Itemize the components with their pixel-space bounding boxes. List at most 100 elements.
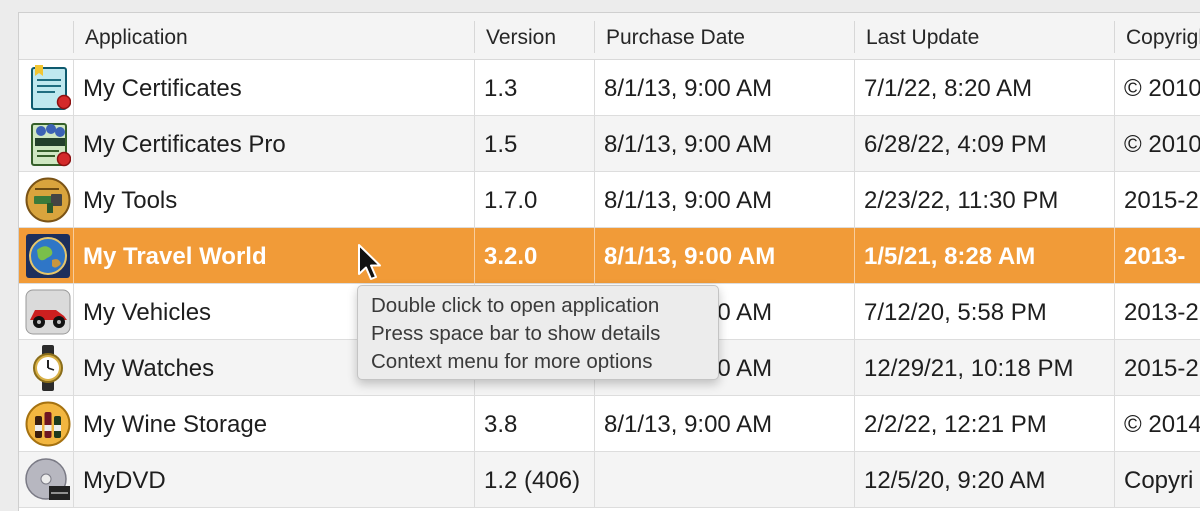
icon-cell [19, 396, 73, 452]
mouse-pointer-icon [358, 244, 381, 280]
cell-divider [474, 396, 475, 452]
header-last-update[interactable]: Last Update [855, 13, 1114, 59]
table-row[interactable]: MyDVD 1.2 (406) 12/5/20, 9:20 AM Copyri [19, 452, 1200, 508]
cell-divider [594, 396, 595, 452]
cell-divider [73, 60, 74, 116]
version-cell: 1.3 [484, 75, 518, 102]
watch-icon [33, 345, 63, 391]
cell-divider [474, 228, 475, 284]
tooltip-line: Press space bar to show details [371, 322, 661, 345]
copyright-cell: © 2010 [1124, 131, 1200, 158]
table-row-selected[interactable]: My Travel World 3.2.0 8/1/13, 9:00 AM 1/5/2… [19, 228, 1200, 284]
dvd-icon [25, 458, 70, 500]
header-purchase-date[interactable]: Purchase Date [595, 13, 854, 59]
cell-divider [474, 60, 475, 116]
cell-divider [1114, 228, 1115, 284]
table-row[interactable]: My Certificates 1.3 8/1/13, 9:00 AM 7/1/22,… [19, 60, 1200, 116]
last-update-cell: 1/5/21, 8:28 AM [864, 243, 1036, 270]
copyright-cell: 2015-2 [1124, 355, 1199, 382]
icon-cell [19, 340, 73, 396]
last-update-cell: 12/29/21, 10:18 PM [864, 355, 1074, 382]
tooltip-line: Double click to open application [371, 294, 660, 317]
cell-divider [474, 116, 475, 172]
certificate-icon [31, 65, 71, 110]
version-cell: 1.5 [484, 131, 518, 158]
purchase-date-cell: 8/1/13, 9:00 AM [604, 131, 773, 158]
table-row[interactable]: My Tools 1.7.0 8/1/13, 9:00 AM 2/23/22, 11:… [19, 172, 1200, 228]
last-update-cell: 12/5/20, 9:20 AM [864, 467, 1046, 494]
version-cell: 3.2.0 [484, 243, 538, 270]
last-update-cell: 7/1/22, 8:20 AM [864, 75, 1033, 102]
last-update-cell: 7/12/20, 5:58 PM [864, 299, 1047, 326]
cell-divider [854, 452, 855, 508]
icon-cell [19, 228, 73, 284]
applications-table: Application Version Purchase Date Last U… [18, 12, 1200, 511]
last-update-cell: 2/2/22, 12:21 PM [864, 411, 1047, 438]
application-cell: MyDVD [83, 467, 166, 494]
globe-icon [26, 234, 70, 278]
header-version[interactable]: Version [475, 13, 594, 59]
version-cell: 1.7.0 [484, 187, 538, 214]
tooltip-line: Context menu for more options [371, 350, 653, 373]
cell-divider [854, 116, 855, 172]
cell-divider [1114, 284, 1115, 340]
cell-divider [854, 228, 855, 284]
cell-divider [73, 452, 74, 508]
cell-divider [1114, 172, 1115, 228]
cell-divider [1114, 340, 1115, 396]
purchase-date-cell: 8/1/13, 9:00 AM [604, 187, 773, 214]
cell-divider [73, 228, 74, 284]
application-cell: My Certificates Pro [83, 131, 286, 158]
cell-divider [474, 172, 475, 228]
table-row[interactable]: My Wine Storage 3.8 8/1/13, 9:00 AM 2/2/22,… [19, 396, 1200, 452]
copyright-cell: © 2014 [1124, 411, 1200, 438]
version-cell: 3.8 [484, 411, 518, 438]
header-icon-column[interactable] [19, 13, 73, 59]
wine-icon [25, 401, 71, 447]
row-divider [19, 507, 1200, 508]
cell-divider [1114, 116, 1115, 172]
cell-divider [594, 172, 595, 228]
application-cell: My Travel World [83, 243, 267, 270]
cell-divider [854, 396, 855, 452]
cell-divider [474, 452, 475, 508]
copyright-cell: 2013-2 [1124, 299, 1199, 326]
copyright-cell: 2015-2 [1124, 187, 1199, 214]
table-header: Application Version Purchase Date Last U… [19, 13, 1200, 60]
icon-cell [19, 452, 73, 508]
icon-cell [19, 284, 73, 340]
cell-divider [854, 60, 855, 116]
header-copyright[interactable]: Copyright [1115, 13, 1200, 59]
icon-cell [19, 172, 73, 228]
cell-divider [854, 284, 855, 340]
car-icon [25, 289, 71, 335]
cell-divider [854, 172, 855, 228]
application-cell: My Wine Storage [83, 411, 268, 438]
cell-divider [594, 60, 595, 116]
cell-divider [594, 228, 595, 284]
version-cell: 1.2 (406) [484, 467, 581, 494]
cell-divider [73, 396, 74, 452]
tooltip: Double click to open application Press s… [357, 285, 719, 380]
header-application[interactable]: Application [74, 13, 474, 59]
copyright-cell: Copyri [1124, 467, 1194, 494]
application-cell: My Tools [83, 187, 178, 214]
cell-divider [73, 172, 74, 228]
cell-divider [1114, 396, 1115, 452]
cell-divider [854, 340, 855, 396]
table-row[interactable]: My Certificates Pro 1.5 8/1/13, 9:00 AM 6/2… [19, 116, 1200, 172]
icon-cell [19, 60, 73, 116]
certificate-pro-icon [31, 123, 71, 167]
purchase-date-cell: 8/1/13, 9:00 AM [604, 75, 773, 102]
cell-divider [73, 284, 74, 340]
cell-divider [594, 116, 595, 172]
cell-divider [1114, 60, 1115, 116]
last-update-cell: 6/28/22, 4:09 PM [864, 131, 1047, 158]
purchase-date-cell [595, 452, 854, 508]
cell-divider [594, 452, 595, 508]
copyright-cell: © 2010 [1124, 75, 1200, 102]
application-cell: My Certificates [83, 75, 242, 102]
purchase-date-cell: 8/1/13, 9:00 AM [604, 243, 776, 270]
tools-icon [25, 177, 71, 223]
last-update-cell: 2/23/22, 11:30 PM [864, 187, 1059, 214]
